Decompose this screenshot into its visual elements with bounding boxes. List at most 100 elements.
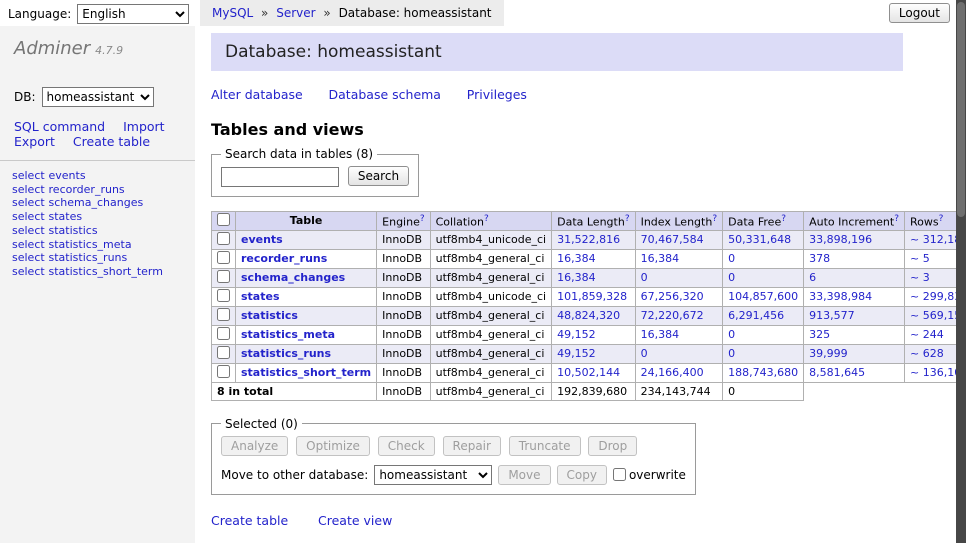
drop-button[interactable]: Drop [588, 436, 637, 456]
data-free-link[interactable]: 0 [728, 271, 735, 284]
data-length-link[interactable]: 16,384 [557, 271, 596, 284]
move-db-select[interactable]: homeassistant [374, 465, 492, 485]
auto-increment-link[interactable]: 33,398,984 [809, 290, 872, 303]
index-length-link[interactable]: 16,384 [641, 328, 680, 341]
table-name-link[interactable]: states [241, 290, 280, 303]
auto-increment-link[interactable]: 33,898,196 [809, 233, 872, 246]
select-link[interactable]: select [12, 224, 45, 237]
rows-link[interactable]: ~ 244 [910, 328, 944, 341]
rows-link[interactable]: ~ 312,180 [910, 233, 956, 246]
index-length-link[interactable]: 16,384 [641, 252, 680, 265]
data-length-link[interactable]: 49,152 [557, 347, 596, 360]
language-select[interactable]: English [77, 4, 189, 24]
rows-link[interactable]: ~ 299,833 [910, 290, 956, 303]
table-link-statistics-meta[interactable]: statistics_meta [49, 238, 132, 251]
auto-increment-link[interactable]: 378 [809, 252, 830, 265]
index-length-link[interactable]: 0 [641, 271, 648, 284]
data-free-link[interactable]: 0 [728, 347, 735, 360]
move-button[interactable]: Move [498, 465, 550, 485]
overwrite-checkbox[interactable] [613, 468, 626, 481]
truncate-button[interactable]: Truncate [509, 436, 581, 456]
doc-link[interactable]: ? [781, 214, 786, 224]
data-free-link[interactable]: 6,291,456 [728, 309, 784, 322]
create-view-link[interactable]: Create view [318, 513, 392, 528]
table-link-states[interactable]: states [49, 210, 83, 223]
privileges-link[interactable]: Privileges [467, 87, 527, 102]
rows-link[interactable]: ~ 136,108 [910, 366, 956, 379]
breadcrumb-mysql-link[interactable]: MySQL [212, 6, 253, 20]
data-free-link[interactable]: 0 [728, 328, 735, 341]
doc-link[interactable]: ? [484, 214, 489, 224]
table-name-link[interactable]: statistics_meta [241, 328, 335, 341]
row-checkbox[interactable] [217, 289, 230, 302]
table-name-link[interactable]: recorder_runs [241, 252, 327, 265]
optimize-button[interactable]: Optimize [296, 436, 370, 456]
db-select[interactable]: homeassistant [42, 87, 154, 107]
table-name-link[interactable]: events [241, 233, 283, 246]
sql-command-link[interactable]: SQL command [14, 119, 105, 134]
index-length-link[interactable]: 24,166,400 [641, 366, 704, 379]
data-free-link[interactable]: 0 [728, 252, 735, 265]
auto-increment-link[interactable]: 8,581,645 [809, 366, 865, 379]
check-button[interactable]: Check [378, 436, 435, 456]
auto-increment-link[interactable]: 6 [809, 271, 816, 284]
index-length-link[interactable]: 72,220,672 [641, 309, 704, 322]
scrollbar-track[interactable] [956, 0, 966, 543]
export-link[interactable]: Export [14, 134, 55, 149]
table-name-link[interactable]: statistics_short_term [241, 366, 371, 379]
select-link[interactable]: select [12, 210, 45, 223]
create-table-link[interactable]: Create table [211, 513, 288, 528]
table-name-link[interactable]: schema_changes [241, 271, 345, 284]
data-length-link[interactable]: 101,859,328 [557, 290, 627, 303]
doc-link[interactable]: ? [939, 214, 944, 224]
doc-link[interactable]: ? [625, 214, 630, 224]
rows-link[interactable]: ~ 3 [910, 271, 930, 284]
select-link[interactable]: select [12, 169, 45, 182]
row-checkbox[interactable] [217, 270, 230, 283]
index-length-link[interactable]: 67,256,320 [641, 290, 704, 303]
analyze-button[interactable]: Analyze [221, 436, 288, 456]
auto-increment-link[interactable]: 325 [809, 328, 830, 341]
select-link[interactable]: select [12, 238, 45, 251]
create-table-link-sidebar[interactable]: Create table [73, 134, 150, 149]
index-length-link[interactable]: 70,467,584 [641, 233, 704, 246]
row-checkbox[interactable] [217, 327, 230, 340]
table-link-statistics-short-term[interactable]: statistics_short_term [49, 265, 163, 278]
row-checkbox[interactable] [217, 308, 230, 321]
breadcrumb-server-link[interactable]: Server [276, 6, 315, 20]
doc-link[interactable]: ? [894, 214, 899, 224]
table-link-schema-changes[interactable]: schema_changes [49, 196, 144, 209]
table-link-statistics-runs[interactable]: statistics_runs [49, 251, 128, 264]
scrollbar-thumb[interactable] [957, 2, 965, 217]
select-link[interactable]: select [12, 196, 45, 209]
select-link[interactable]: select [12, 183, 45, 196]
data-length-link[interactable]: 16,384 [557, 252, 596, 265]
auto-increment-link[interactable]: 913,577 [809, 309, 855, 322]
table-link-events[interactable]: events [49, 169, 86, 182]
data-free-link[interactable]: 104,857,600 [728, 290, 798, 303]
doc-link[interactable]: ? [712, 214, 717, 224]
auto-increment-link[interactable]: 39,999 [809, 347, 848, 360]
table-link-recorder-runs[interactable]: recorder_runs [49, 183, 125, 196]
index-length-link[interactable]: 0 [641, 347, 648, 360]
table-name-link[interactable]: statistics_runs [241, 347, 331, 360]
data-free-link[interactable]: 50,331,648 [728, 233, 791, 246]
table-link-statistics[interactable]: statistics [49, 224, 98, 237]
data-length-link[interactable]: 49,152 [557, 328, 596, 341]
row-checkbox[interactable] [217, 232, 230, 245]
data-length-link[interactable]: 10,502,144 [557, 366, 620, 379]
row-checkbox[interactable] [217, 346, 230, 359]
select-link[interactable]: select [12, 265, 45, 278]
select-link[interactable]: select [12, 251, 45, 264]
rows-link[interactable]: ~ 5 [910, 252, 930, 265]
copy-button[interactable]: Copy [557, 465, 607, 485]
logout-button[interactable]: Logout [889, 3, 950, 23]
alter-database-link[interactable]: Alter database [211, 87, 303, 102]
data-free-link[interactable]: 188,743,680 [728, 366, 798, 379]
import-link[interactable]: Import [123, 119, 165, 134]
select-all-checkbox[interactable] [217, 213, 230, 226]
rows-link[interactable]: ~ 569,159 [910, 309, 956, 322]
doc-link[interactable]: ? [420, 214, 425, 224]
search-button[interactable]: Search [348, 166, 409, 186]
table-name-link[interactable]: statistics [241, 309, 298, 322]
